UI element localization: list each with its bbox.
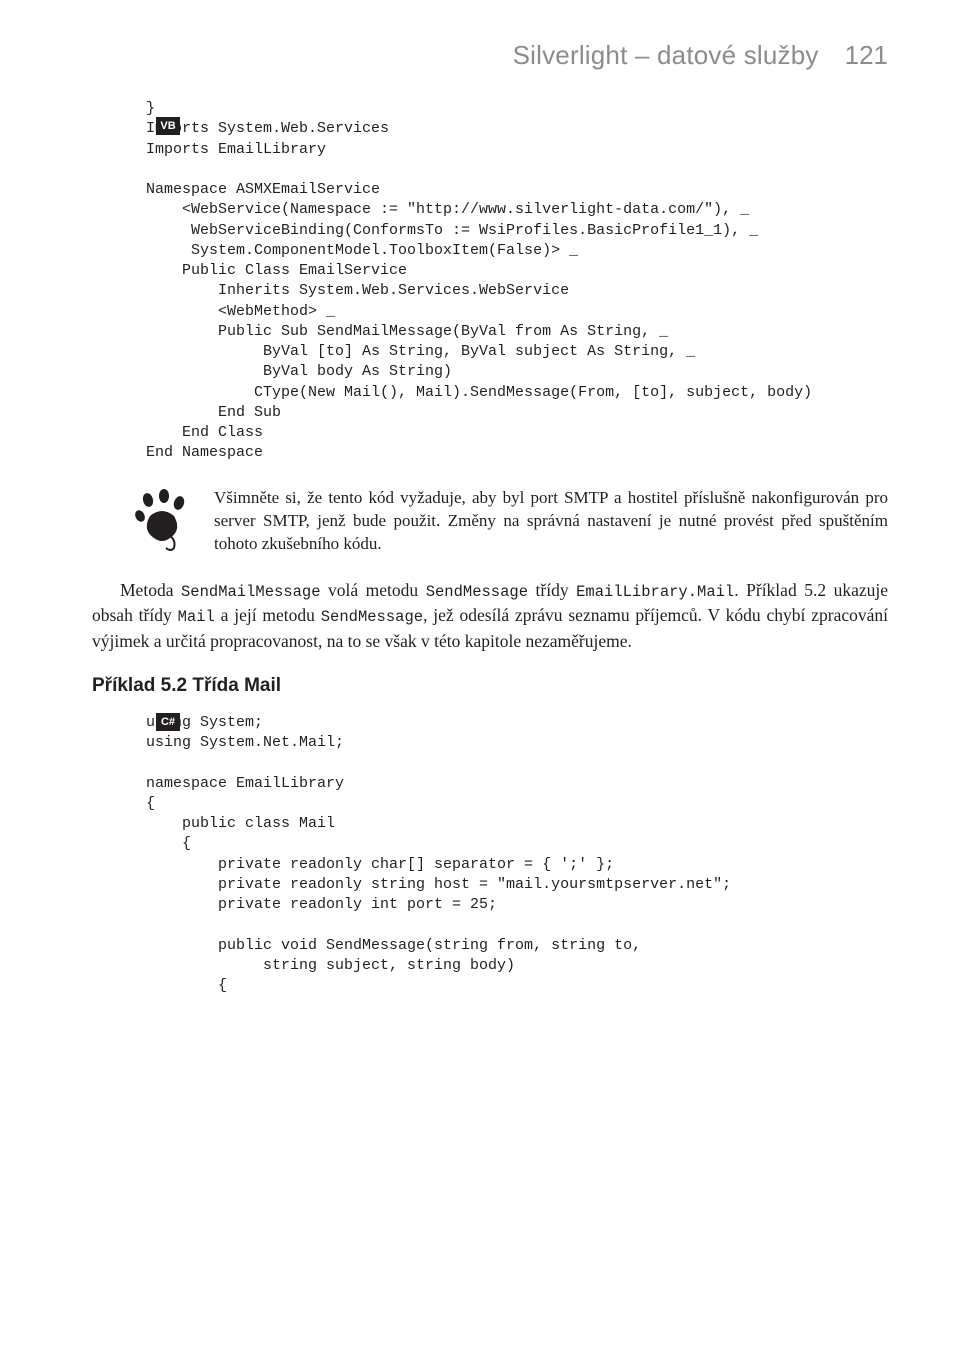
csharp-badge: C# xyxy=(156,713,180,731)
code-inline: EmailLibrary.Mail xyxy=(576,583,734,601)
chapter-title: Silverlight – datové služby xyxy=(513,40,819,71)
page-number: 121 xyxy=(845,40,888,71)
cs-code: using System; using System.Net.Mail; nam… xyxy=(92,713,888,997)
code-inline: SendMessage xyxy=(426,583,528,601)
vb-badge: VB xyxy=(156,117,180,135)
note-callout: Všimněte si, že tento kód vyžaduje, aby … xyxy=(126,486,888,556)
vb-code: } Imports System.Web.Services Imports Em… xyxy=(92,99,888,464)
code-inline: Mail xyxy=(178,608,215,626)
vb-code-block: VB } Imports System.Web.Services Imports… xyxy=(92,99,888,464)
pawprint-icon xyxy=(126,486,196,556)
text-run: a její metodu xyxy=(215,605,321,625)
text-run: volá metodu xyxy=(321,580,426,600)
code-inline: SendMailMessage xyxy=(181,583,321,601)
text-run: třídy xyxy=(528,580,576,600)
code-inline: SendMessage xyxy=(321,608,423,626)
cs-code-block: C# using System; using System.Net.Mail; … xyxy=(92,713,888,997)
text-run: Metoda xyxy=(120,580,181,600)
example-heading: Příklad 5.2 Třída Mail xyxy=(92,675,888,697)
body-paragraph: Metoda SendMailMessage volá metodu SendM… xyxy=(92,578,888,653)
running-header: Silverlight – datové služby 121 xyxy=(92,40,888,71)
note-text: Všimněte si, že tento kód vyžaduje, aby … xyxy=(214,486,888,556)
